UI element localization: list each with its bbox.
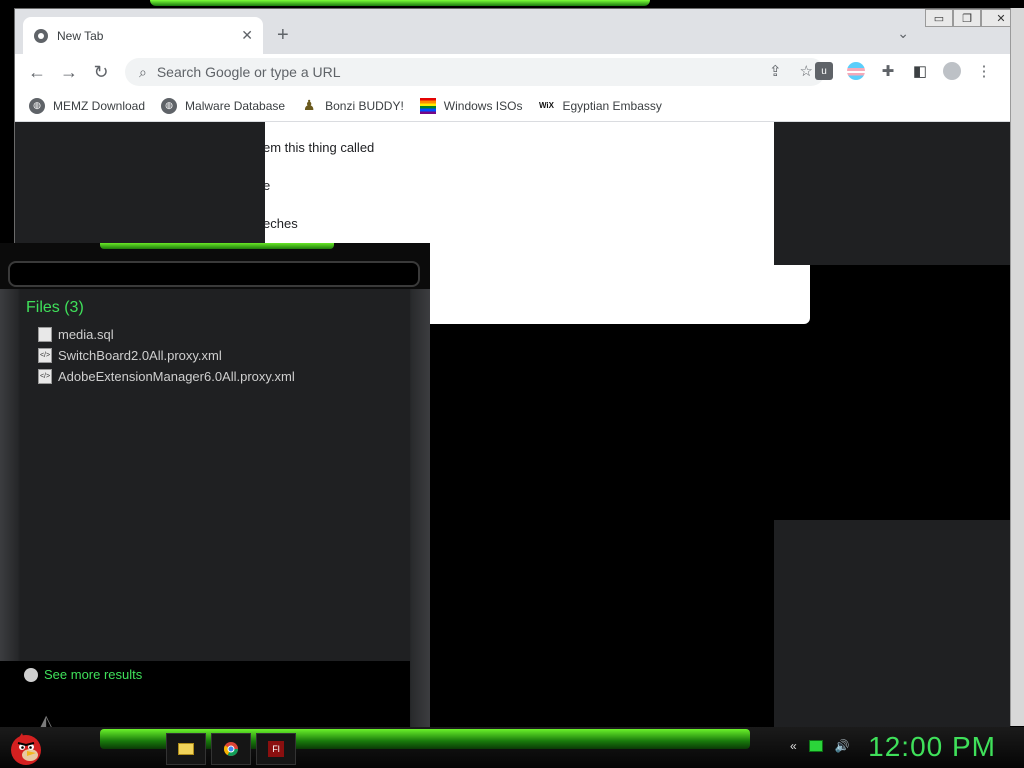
tab-new-tab[interactable]: New Tab ✕ bbox=[23, 17, 263, 54]
xml-file-icon: </> bbox=[38, 369, 52, 384]
bookmark-label: MEMZ Download bbox=[53, 98, 146, 113]
volume-icon[interactable]: 🔊 bbox=[835, 739, 850, 753]
dark-overlay-panel bbox=[774, 520, 1010, 727]
taskbar-clock[interactable]: 12:00 PM bbox=[868, 731, 996, 763]
angry-bird-start-icon[interactable] bbox=[6, 729, 46, 767]
search-results-pane bbox=[20, 289, 410, 661]
show-hidden-icons-chevron-icon[interactable]: « bbox=[790, 739, 797, 753]
back-icon[interactable]: ← bbox=[27, 62, 47, 82]
dark-overlay-panel bbox=[15, 122, 265, 252]
bookmark-item[interactable]: Windows ISOs bbox=[419, 97, 523, 114]
files-section-header: Files (3) bbox=[26, 299, 84, 316]
menu-kebab-icon[interactable]: ⋮ bbox=[975, 62, 993, 80]
network-icon[interactable] bbox=[808, 740, 823, 752]
file-result-item[interactable]: </> AdobeExtensionManager6.0All.proxy.xm… bbox=[38, 369, 295, 384]
right-scrollbar[interactable] bbox=[1010, 8, 1024, 726]
bookmark-star-icon[interactable]: ☆ bbox=[800, 62, 813, 80]
taskbar-flash-button[interactable]: Fl bbox=[256, 733, 296, 765]
flash-icon: Fl bbox=[268, 741, 284, 757]
tab-close-icon[interactable]: ✕ bbox=[241, 27, 253, 44]
forward-icon[interactable]: → bbox=[59, 62, 79, 82]
bonzi-icon: ♟ bbox=[302, 97, 316, 113]
dark-overlay-panel bbox=[774, 122, 1010, 265]
flyout-body: Files (3) media.sql </> SwitchBoard2.0Al… bbox=[0, 289, 430, 730]
wix-icon: WiX bbox=[538, 101, 554, 110]
window-controls: ▭ ❐ ✕ bbox=[925, 9, 1021, 27]
omnibox[interactable]: ⌕ Search Google or type a URL ⇪ ☆ bbox=[125, 58, 825, 86]
extensions-puzzle-icon[interactable]: ✚ bbox=[879, 62, 897, 80]
start-search-input[interactable] bbox=[8, 261, 420, 287]
globe-icon: ◍ bbox=[29, 97, 45, 114]
desktop-top-glow bbox=[150, 0, 650, 6]
extension-icons: u ✚ ◧ ⋮ bbox=[815, 62, 993, 80]
bookmark-label: Bonzi BUDDY! bbox=[325, 98, 404, 113]
bookmark-item[interactable]: ◍ Malware Database bbox=[161, 97, 286, 114]
file-name: AdobeExtensionManager6.0All.proxy.xml bbox=[58, 369, 295, 384]
tab-title: New Tab bbox=[57, 28, 104, 43]
see-more-section: See more results ◭ bbox=[0, 661, 410, 730]
maximize-button[interactable]: ❐ bbox=[953, 9, 981, 27]
taskbar-chrome-button[interactable] bbox=[211, 733, 251, 765]
rainbow-flag-icon bbox=[419, 97, 436, 114]
xml-file-icon: </> bbox=[38, 348, 52, 363]
search-icon: ⌕ bbox=[139, 63, 147, 80]
new-tab-button[interactable]: + bbox=[277, 25, 289, 45]
magnifier-icon bbox=[24, 667, 38, 682]
folder-icon bbox=[178, 743, 194, 755]
tab-strip: New Tab ✕ + ⌄ ▭ ❐ ✕ bbox=[15, 9, 1021, 54]
page-text-line: eches bbox=[263, 216, 298, 231]
bookmark-item[interactable]: ◍ MEMZ Download bbox=[29, 97, 146, 114]
globe-icon: ◍ bbox=[161, 97, 178, 114]
browser-toolbar: ← → ↻ ⌕ Search Google or type a URL ⇪ ☆ … bbox=[15, 54, 1021, 90]
bookmarks-bar: ◍ MEMZ Download ◍ Malware Database ♟ Bon… bbox=[15, 90, 1021, 122]
flyout-top-glow bbox=[100, 243, 334, 249]
file-result-item[interactable]: </> SwitchBoard2.0All.proxy.xml bbox=[38, 348, 222, 363]
file-name: SwitchBoard2.0All.proxy.xml bbox=[58, 348, 222, 363]
omnibox-placeholder: Search Google or type a URL bbox=[156, 64, 341, 80]
taskbar: Fl « 🔊 12:00 PM bbox=[0, 727, 1024, 768]
bookmark-label: Malware Database bbox=[185, 98, 286, 113]
side-panel-icon[interactable]: ◧ bbox=[911, 62, 929, 80]
profile-avatar-icon[interactable] bbox=[943, 62, 961, 80]
file-icon bbox=[38, 327, 52, 342]
system-tray: « 🔊 bbox=[790, 739, 850, 753]
bookmark-item[interactable]: WiX Egyptian Embassy bbox=[538, 98, 662, 114]
file-result-item[interactable]: media.sql bbox=[38, 327, 114, 342]
page-text-line: e bbox=[263, 178, 271, 193]
omnibox-actions: ⇪ ☆ bbox=[769, 62, 813, 80]
tab-search-chevron-icon[interactable]: ⌄ bbox=[897, 25, 909, 42]
bookmark-label: Windows ISOs bbox=[443, 98, 523, 113]
bookmark-item[interactable]: ♟ Bonzi BUDDY! bbox=[301, 97, 404, 114]
start-menu-flyout: Files (3) media.sql </> SwitchBoard2.0Al… bbox=[0, 243, 430, 730]
taskbar-file-explorer-button[interactable] bbox=[166, 733, 206, 765]
reload-icon[interactable]: ↻ bbox=[91, 62, 111, 82]
bookmark-label: Egyptian Embassy bbox=[562, 98, 662, 113]
page-text-line: em this thing called bbox=[263, 140, 375, 155]
share-icon[interactable]: ⇪ bbox=[769, 62, 782, 80]
chrome-icon bbox=[224, 742, 238, 756]
flyout-header bbox=[0, 243, 430, 289]
file-name: media.sql bbox=[58, 327, 114, 342]
see-more-label: See more results bbox=[44, 667, 143, 682]
minimize-button[interactable]: ▭ bbox=[925, 9, 953, 27]
ublock-icon[interactable]: u bbox=[815, 62, 833, 80]
desktop: New Tab ✕ + ⌄ ▭ ❐ ✕ ← → ↻ ⌕ Search Googl… bbox=[0, 0, 1024, 768]
see-more-results-link[interactable]: See more results bbox=[24, 667, 142, 682]
trans-flag-extension-icon[interactable] bbox=[847, 62, 865, 80]
chrome-favicon-icon bbox=[34, 28, 48, 43]
